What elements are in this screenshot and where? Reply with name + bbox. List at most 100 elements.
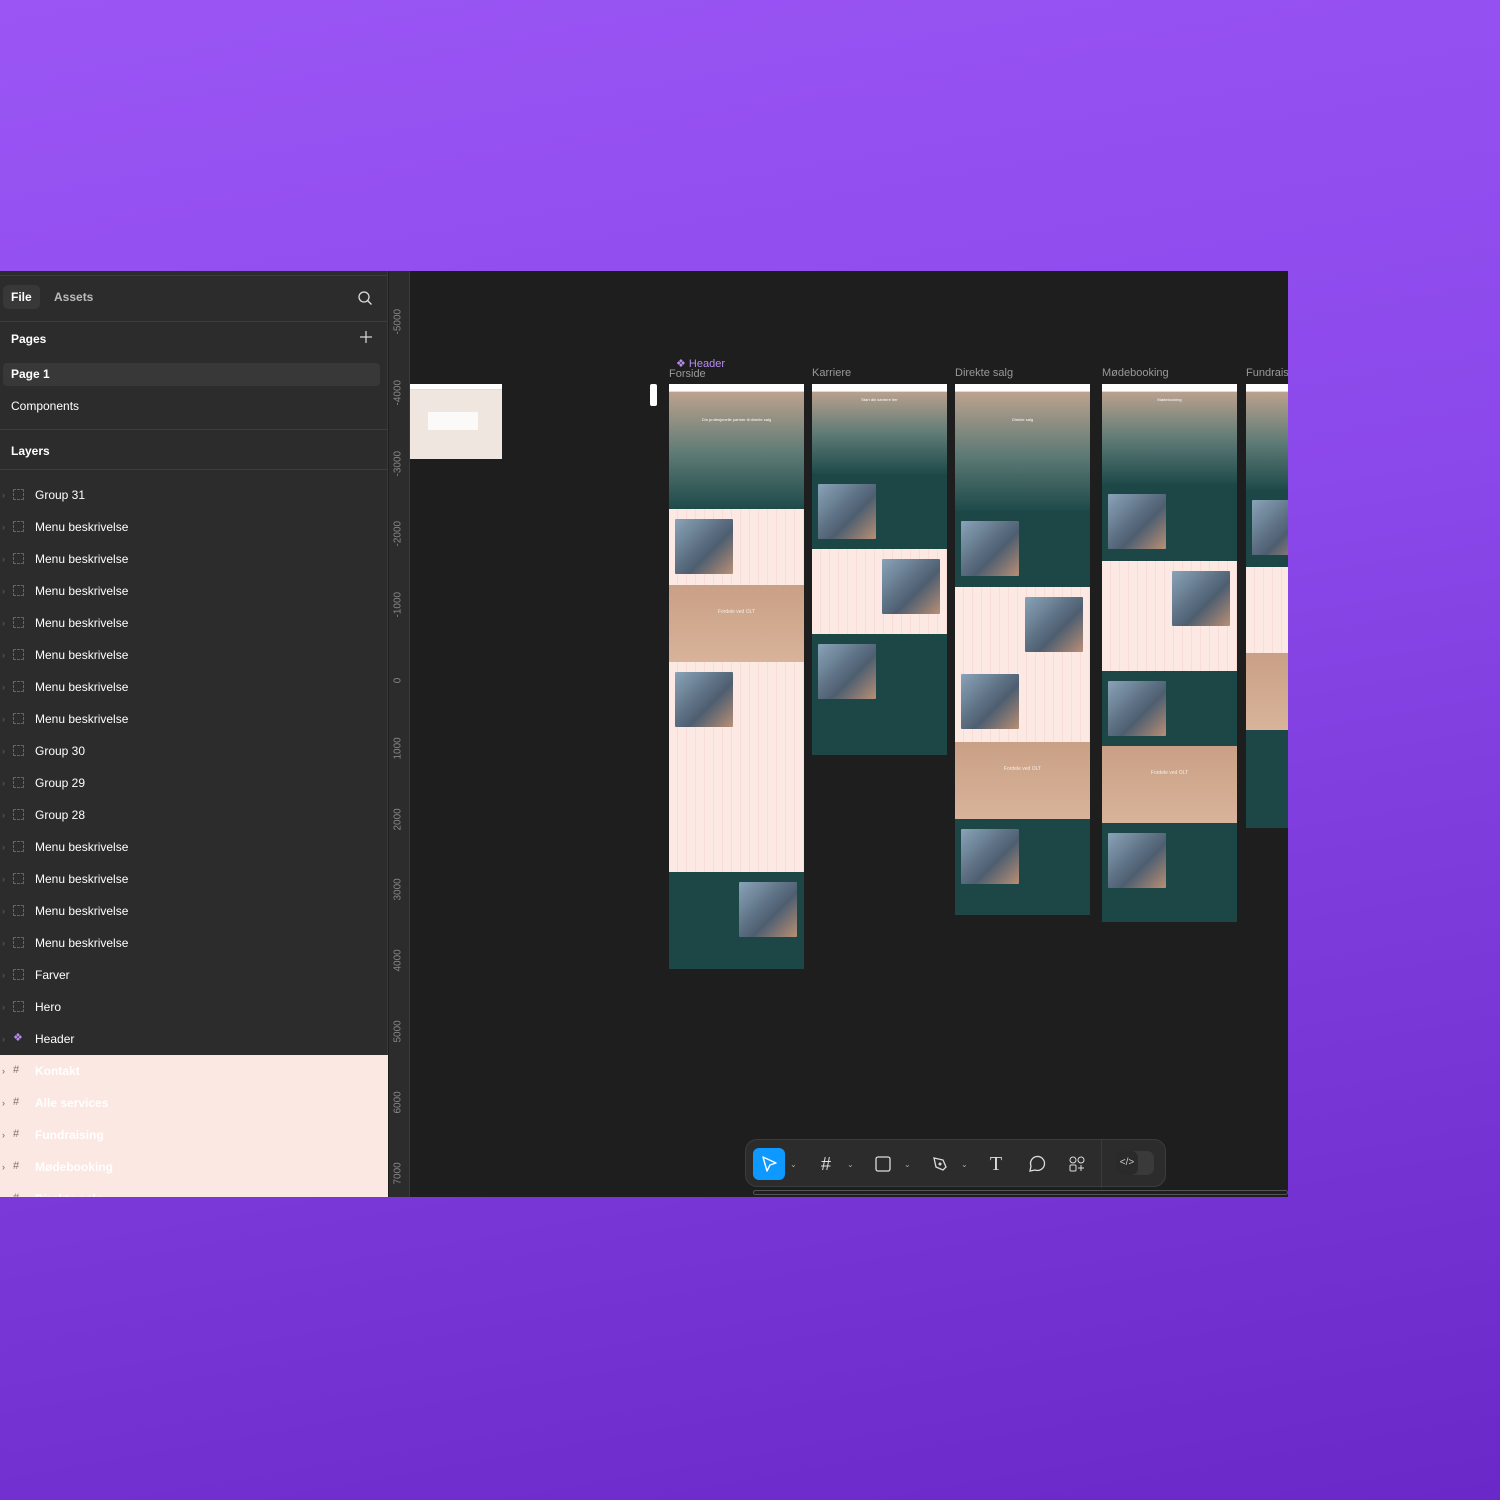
ruler-label: -4000 <box>392 379 404 406</box>
layer-item[interactable]: › Menu beskrivelse <box>0 671 388 703</box>
photo <box>961 674 1019 729</box>
dev-mode-toggle[interactable]: </> <box>1116 1151 1154 1175</box>
horizontal-scrollbar[interactable] <box>753 1190 1288 1195</box>
chevron-right-icon[interactable]: › <box>2 735 5 767</box>
layer-item[interactable]: › Menu beskrivelse <box>0 863 388 895</box>
chevron-right-icon[interactable]: › <box>2 831 5 863</box>
group-icon <box>13 489 24 500</box>
layer-item[interactable]: › Menu beskrivelse <box>0 511 388 543</box>
chevron-down-icon[interactable]: ⌄ <box>961 1160 968 1169</box>
chevron-right-icon[interactable]: › <box>2 799 5 831</box>
sidebar-tabs: File Assets <box>0 275 387 322</box>
layer-item[interactable]: › Menu beskrivelse <box>0 831 388 863</box>
chevron-right-icon[interactable]: › <box>2 1087 5 1119</box>
layer-item[interactable]: › Menu beskrivelse <box>0 575 388 607</box>
ruler-label: 6000 <box>392 1091 404 1114</box>
layer-item[interactable]: › Group 31 <box>0 479 388 511</box>
layer-item[interactable]: › Group 30 <box>0 735 388 767</box>
chevron-down-icon[interactable]: ⌄ <box>790 1160 797 1169</box>
page-frame[interactable]: Din profesjonelle partner til direkte sa… <box>669 384 804 969</box>
page-frame[interactable] <box>1246 384 1288 828</box>
chevron-right-icon[interactable]: › <box>2 703 5 735</box>
pink-section <box>1246 567 1288 653</box>
actions-tool[interactable] <box>1061 1148 1093 1180</box>
pages-title: Pages <box>11 332 47 346</box>
layer-item[interactable]: › # Kontakt <box>0 1055 388 1087</box>
hero-title: Din profesjonelle partner til direkte sa… <box>701 417 772 422</box>
pink-section <box>669 509 804 585</box>
chevron-right-icon[interactable]: › <box>2 671 5 703</box>
chevron-right-icon[interactable]: › <box>2 575 5 607</box>
teal-section <box>1102 823 1237 922</box>
layer-item[interactable]: › # Fundraising <box>0 1119 388 1151</box>
pink-section <box>955 664 1090 742</box>
chevron-right-icon[interactable]: › <box>2 1119 5 1151</box>
search-icon[interactable] <box>357 290 373 306</box>
layer-item[interactable]: › Menu beskrivelse <box>0 639 388 671</box>
layer-item[interactable]: › # Mødebooking <box>0 1151 388 1183</box>
chevron-right-icon[interactable]: › <box>2 895 5 927</box>
layer-item[interactable]: › # Direkte salg <box>0 1183 388 1197</box>
chevron-right-icon[interactable]: › <box>2 639 5 671</box>
frame-label[interactable]: Fundraising <box>1246 367 1288 379</box>
frame-icon: # <box>13 1160 20 1172</box>
layer-item[interactable]: › Hero <box>0 991 388 1023</box>
layer-item[interactable]: › Menu beskrivelse <box>0 895 388 927</box>
layer-item[interactable]: › Group 29 <box>0 767 388 799</box>
resize-handle[interactable] <box>650 384 657 406</box>
layer-label: Menu beskrivelse <box>35 840 129 854</box>
rectangle-tool[interactable] <box>867 1148 899 1180</box>
chevron-right-icon[interactable]: › <box>2 959 5 991</box>
text-tool[interactable]: T <box>980 1148 1012 1180</box>
add-page-icon[interactable] <box>359 330 373 344</box>
layer-item[interactable]: › ❖ Header <box>0 1023 388 1055</box>
photo <box>818 644 876 699</box>
chevron-right-icon[interactable]: › <box>2 927 5 959</box>
page-item-page-1[interactable]: Page 1 <box>3 363 380 386</box>
chevron-right-icon[interactable]: › <box>2 1151 5 1183</box>
chevron-right-icon[interactable]: › <box>2 479 5 511</box>
layer-item[interactable]: › Menu beskrivelse <box>0 543 388 575</box>
frame-label[interactable]: Direkte salg <box>955 367 1013 379</box>
layer-label: Alle services <box>35 1096 109 1110</box>
frame-label[interactable]: Forside <box>669 368 706 380</box>
tab-assets[interactable]: Assets <box>46 285 101 309</box>
hero-title: Start din karriere her <box>861 397 898 402</box>
chevron-right-icon[interactable]: › <box>2 767 5 799</box>
small-component-frame[interactable] <box>410 384 502 459</box>
layer-item[interactable]: › Menu beskrivelse <box>0 607 388 639</box>
chevron-right-icon[interactable]: › <box>2 1023 5 1055</box>
photo <box>1172 571 1230 626</box>
page-frame[interactable]: Direkte salg Fordele ved OLT <box>955 384 1090 915</box>
ruler-label: 1000 <box>392 737 404 760</box>
chevron-down-icon[interactable]: ⌄ <box>847 1160 854 1169</box>
layer-label: Farver <box>35 968 70 982</box>
comment-tool[interactable] <box>1021 1148 1053 1180</box>
frame-tool[interactable]: # <box>810 1148 842 1180</box>
move-tool[interactable] <box>753 1148 785 1180</box>
layer-item[interactable]: › Menu beskrivelse <box>0 927 388 959</box>
chevron-right-icon[interactable]: › <box>2 1055 5 1087</box>
frame-label[interactable]: Mødebooking <box>1102 367 1169 379</box>
page-item-components[interactable]: Components <box>3 395 380 418</box>
chevron-right-icon[interactable]: › <box>2 607 5 639</box>
page-frame[interactable]: Start din karriere her <box>812 384 947 755</box>
layer-item[interactable]: › Menu beskrivelse <box>0 703 388 735</box>
chevron-down-icon[interactable]: ⌄ <box>904 1160 911 1169</box>
pen-tool[interactable] <box>924 1148 956 1180</box>
layer-item[interactable]: › # Alle services <box>0 1087 388 1119</box>
frame-label[interactable]: Karriere <box>812 367 851 379</box>
chevron-right-icon[interactable]: › <box>2 543 5 575</box>
layer-label: Direkte salg <box>35 1183 103 1197</box>
page-frame[interactable]: Mødebooking Fordele ved OLT <box>1102 384 1237 922</box>
layer-item[interactable]: › Farver <box>0 959 388 991</box>
chevron-right-icon[interactable]: › <box>2 863 5 895</box>
chevron-right-icon[interactable]: › <box>2 511 5 543</box>
tan-section: Fordele ved OLT <box>669 585 804 662</box>
layer-item[interactable]: › Group 28 <box>0 799 388 831</box>
chevron-right-icon[interactable]: › <box>2 991 5 1023</box>
group-icon <box>13 585 24 596</box>
ruler-label: 4000 <box>392 949 404 972</box>
chevron-right-icon[interactable]: › <box>2 1183 5 1197</box>
tab-file[interactable]: File <box>3 285 40 309</box>
